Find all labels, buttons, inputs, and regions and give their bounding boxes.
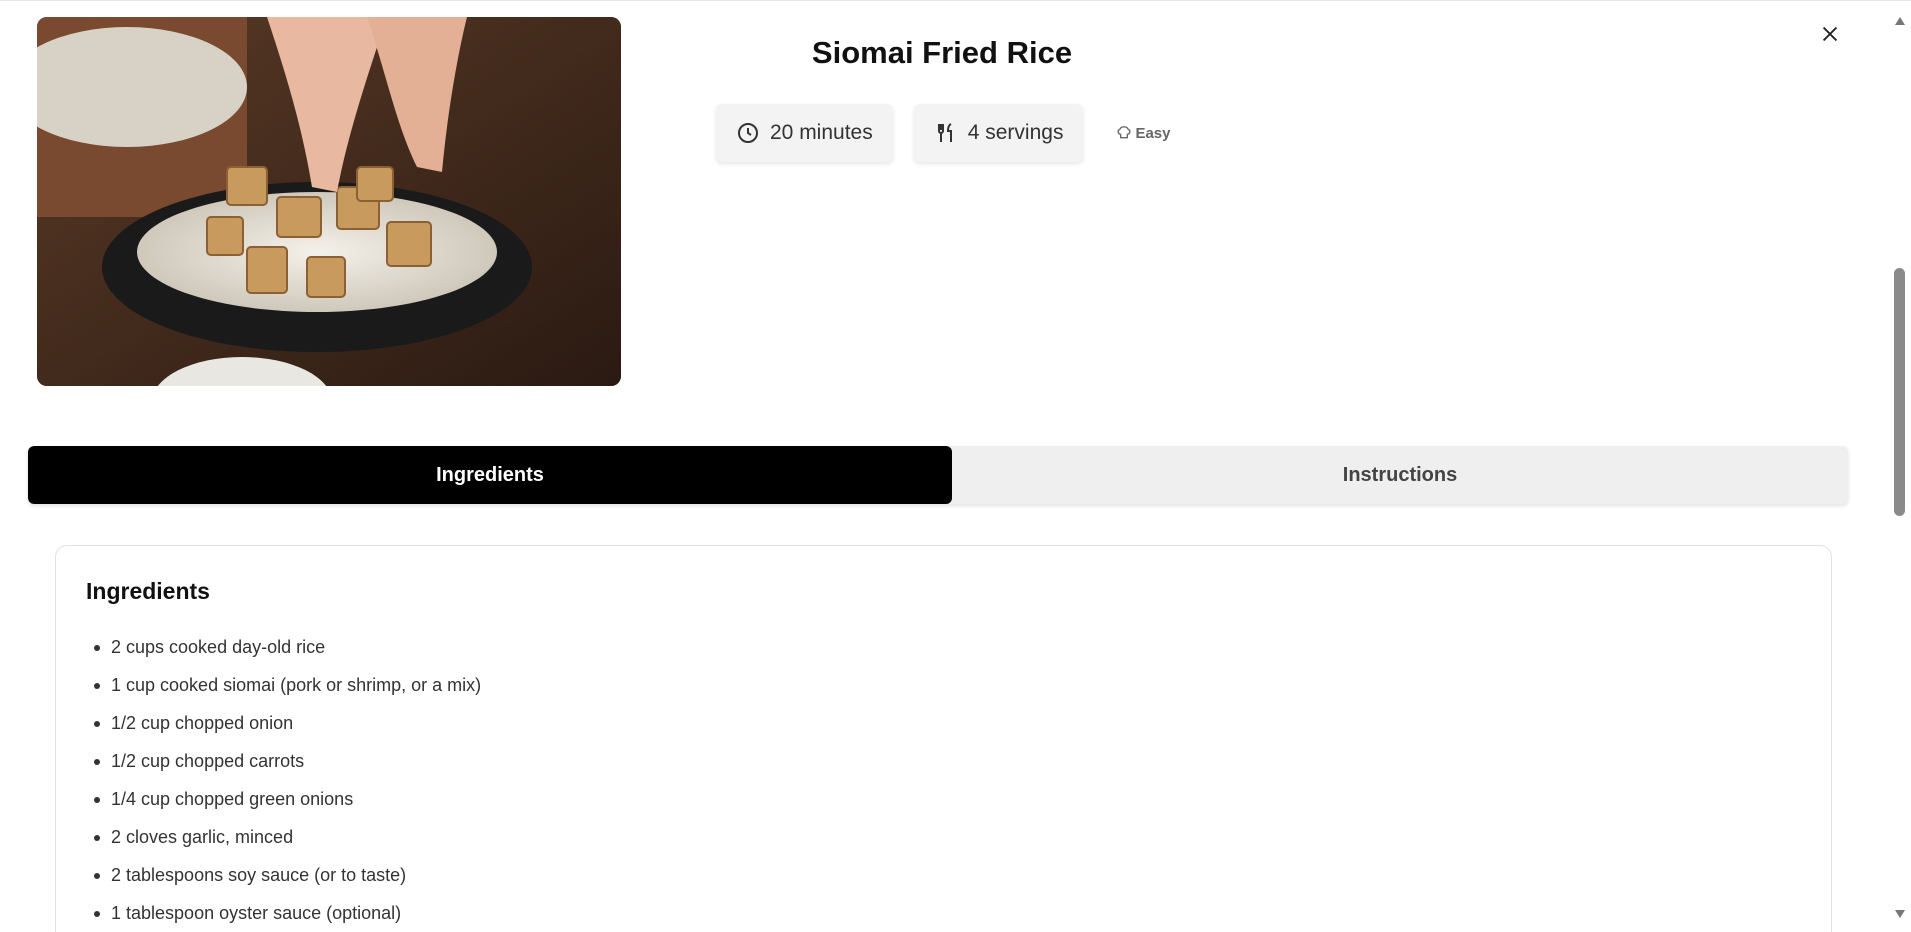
difficulty-value: Easy bbox=[1135, 124, 1171, 142]
list-item: 1/4 cup chopped green onions bbox=[86, 788, 481, 826]
list-item: 2 tablespoons soy sauce (or to taste) bbox=[86, 864, 481, 902]
recipe-image bbox=[37, 17, 621, 386]
list-item: 1 tablespoon oyster sauce (optional) bbox=[86, 902, 481, 932]
list-item: 1/2 cup chopped carrots bbox=[86, 750, 481, 788]
vertical-scrollbar[interactable] bbox=[1889, 1, 1911, 932]
list-item: 2 cloves garlic, minced bbox=[86, 826, 481, 864]
recipe-modal: Siomai Fried Rice 20 minutes 4 servings … bbox=[0, 0, 1911, 932]
close-button[interactable] bbox=[1816, 20, 1844, 48]
clock-icon bbox=[738, 123, 758, 143]
servings-chip: 4 servings bbox=[913, 104, 1084, 162]
recipe-title: Siomai Fried Rice bbox=[811, 35, 1073, 70]
time-value: 20 minutes bbox=[770, 121, 873, 144]
triangle-down-icon bbox=[1895, 910, 1905, 918]
ingredients-card: Ingredients 2 cups cooked day-old rice 1… bbox=[55, 545, 1832, 932]
time-chip: 20 minutes bbox=[716, 104, 893, 162]
recipe-photo bbox=[37, 17, 621, 386]
scrollbar-thumb[interactable] bbox=[1894, 268, 1905, 516]
list-item: 2 cups cooked day-old rice bbox=[86, 636, 481, 674]
ingredient-list: 2 cups cooked day-old rice 1 cup cooked … bbox=[86, 636, 481, 932]
servings-value: 4 servings bbox=[967, 121, 1064, 144]
list-item: 1 cup cooked siomai (pork or shrimp, or … bbox=[86, 674, 481, 712]
fork-knife-icon bbox=[937, 123, 952, 142]
chef-hat-icon bbox=[1117, 126, 1131, 139]
scroll-up-button[interactable] bbox=[1894, 15, 1906, 27]
close-icon bbox=[1822, 26, 1838, 42]
difficulty-badge: Easy bbox=[1116, 124, 1171, 142]
ingredients-heading: Ingredients bbox=[86, 578, 210, 604]
recipe-tabs: Ingredients Instructions bbox=[28, 446, 1848, 504]
recipe-meta: 20 minutes 4 servings Easy bbox=[716, 104, 1171, 162]
tab-ingredients[interactable]: Ingredients bbox=[28, 446, 952, 504]
scroll-down-button[interactable] bbox=[1894, 908, 1906, 920]
list-item: 1/2 cup chopped onion bbox=[86, 712, 481, 750]
triangle-up-icon bbox=[1895, 17, 1905, 25]
tab-instructions[interactable]: Instructions bbox=[952, 446, 1848, 504]
